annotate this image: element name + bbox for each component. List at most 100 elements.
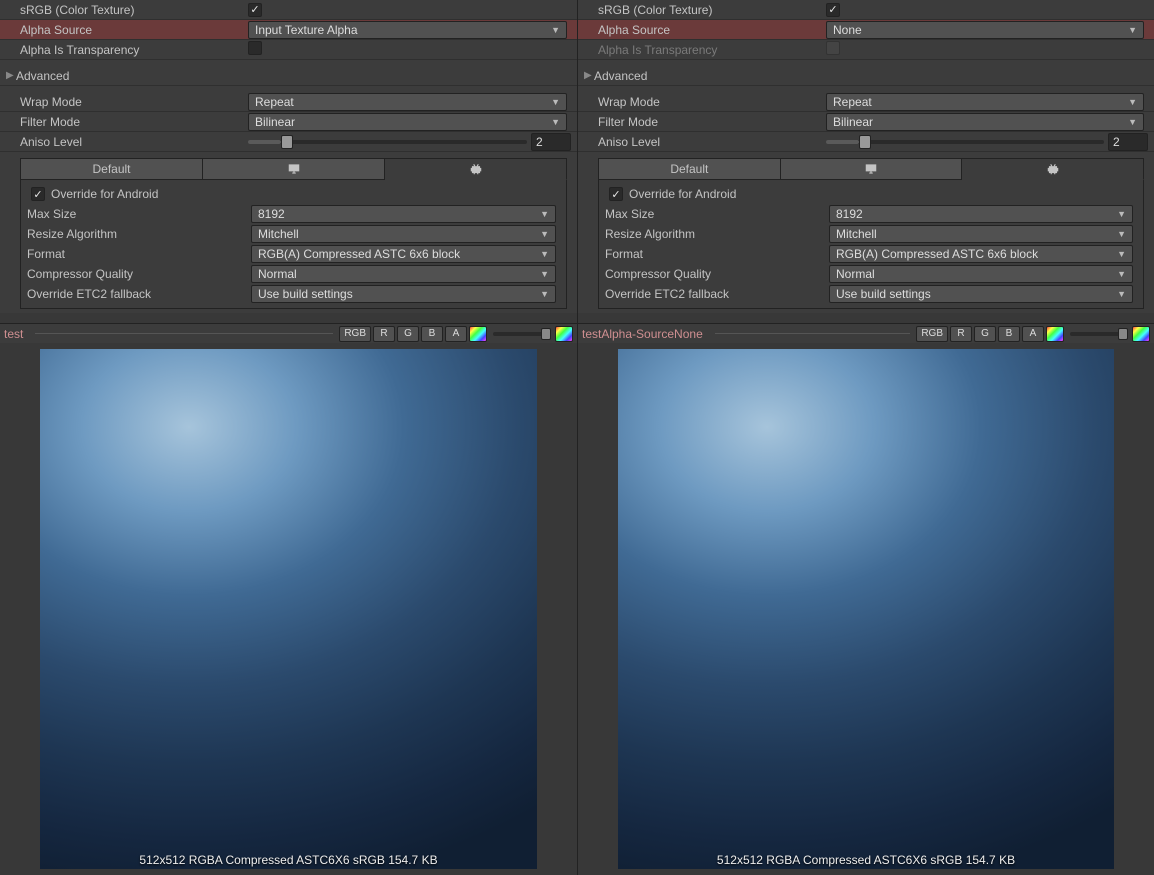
chevron-down-icon: ▼	[540, 249, 549, 259]
channel-r-button[interactable]: R	[950, 326, 972, 342]
comp-quality-dropdown[interactable]: Normal▼	[251, 265, 556, 283]
alpha-transparency-checkbox[interactable]	[248, 41, 262, 55]
chevron-down-icon: ▼	[551, 97, 560, 107]
override-label: Override for Android	[629, 187, 736, 201]
triangle-right-icon: ▶	[584, 70, 594, 81]
platform-tab-android[interactable]	[962, 158, 1144, 180]
override-row: Override for Android	[21, 184, 566, 204]
comp-quality-label: Compressor Quality	[605, 267, 829, 281]
channel-g-button[interactable]: G	[974, 326, 996, 342]
format-dropdown[interactable]: RGB(A) Compressed ASTC 6x6 block▼	[829, 245, 1133, 263]
channel-a-button[interactable]: A	[1022, 326, 1044, 342]
channel-b-button[interactable]: B	[998, 326, 1020, 342]
channel-r-button[interactable]: R	[373, 326, 395, 342]
filter-mode-dropdown[interactable]: Bilinear▼	[826, 113, 1144, 131]
chevron-down-icon: ▼	[1117, 209, 1126, 219]
wrap-mode-row: Wrap Mode Repeat ▼	[0, 92, 577, 112]
wrap-mode-dropdown[interactable]: Repeat ▼	[248, 93, 567, 111]
alpha-transparency-row: Alpha Is Transparency	[578, 40, 1154, 60]
comp-quality-label: Compressor Quality	[27, 267, 251, 281]
aniso-level-label: Aniso Level	[598, 135, 826, 149]
srgb-checkbox[interactable]	[826, 3, 840, 17]
wrap-mode-dropdown[interactable]: Repeat▼	[826, 93, 1144, 111]
color-space-icon[interactable]	[1046, 326, 1064, 342]
srgb-checkbox[interactable]	[248, 3, 262, 17]
alpha-source-row: Alpha Source Input Texture Alpha ▼	[0, 20, 577, 40]
alpha-source-dropdown[interactable]: Input Texture Alpha ▼	[248, 21, 567, 39]
advanced-foldout[interactable]: ▶ Advanced	[0, 66, 577, 86]
override-checkbox[interactable]	[31, 187, 45, 201]
wrap-mode-row: Wrap Mode Repeat▼	[578, 92, 1154, 112]
preview-caption: 512x512 RGBA Compressed ASTC6X6 sRGB 154…	[0, 853, 577, 867]
comp-quality-row: Compressor Quality Normal▼	[21, 264, 566, 284]
aniso-level-slider[interactable]	[826, 140, 1104, 144]
channel-a-button[interactable]: A	[445, 326, 467, 342]
swatch-icon[interactable]	[1132, 326, 1150, 342]
etc2-dropdown[interactable]: Use build settings▼	[251, 285, 556, 303]
aniso-level-slider[interactable]	[248, 140, 527, 144]
format-label: Format	[27, 247, 251, 261]
format-dropdown[interactable]: RGB(A) Compressed ASTC 6x6 block▼	[251, 245, 556, 263]
etc2-dropdown[interactable]: Use build settings▼	[829, 285, 1133, 303]
alpha-source-label: Alpha Source	[20, 23, 248, 37]
preview-toolbar: test RGB R G B A	[0, 323, 577, 343]
comp-quality-dropdown[interactable]: Normal▼	[829, 265, 1133, 283]
chevron-down-icon: ▼	[540, 229, 549, 239]
platform-tab-android[interactable]	[385, 158, 567, 180]
swatch-icon[interactable]	[555, 326, 573, 342]
aniso-level-input[interactable]: 2	[531, 133, 571, 151]
inspector-left: sRGB (Color Texture) Alpha Source Input …	[0, 0, 577, 875]
platform-tab-standalone[interactable]	[203, 158, 385, 180]
monitor-icon	[287, 162, 301, 176]
resize-alg-label: Resize Algorithm	[605, 227, 829, 241]
android-icon	[469, 162, 483, 176]
max-size-row: Max Size 8192▼	[21, 204, 566, 224]
texture-preview: 512x512 RGBA Compressed ASTC6X6 sRGB 154…	[578, 343, 1154, 875]
separator	[715, 333, 911, 334]
channel-b-button[interactable]: B	[421, 326, 443, 342]
channel-rgb-button[interactable]: RGB	[339, 326, 371, 342]
srgb-row: sRGB (Color Texture)	[578, 0, 1154, 20]
alpha-transparency-label: Alpha Is Transparency	[20, 43, 248, 57]
resize-alg-dropdown[interactable]: Mitchell▼	[251, 225, 556, 243]
platform-tab-standalone[interactable]	[781, 158, 963, 180]
channel-rgb-button[interactable]: RGB	[916, 326, 948, 342]
platform-tab-default[interactable]: Default	[598, 158, 781, 180]
mip-slider[interactable]	[1070, 332, 1126, 336]
filter-mode-row: Filter Mode Bilinear ▼	[0, 112, 577, 132]
alpha-transparency-checkbox	[826, 41, 840, 55]
format-row: Format RGB(A) Compressed ASTC 6x6 block▼	[599, 244, 1143, 264]
override-row: Override for Android	[599, 184, 1143, 204]
etc2-label: Override ETC2 fallback	[27, 287, 251, 301]
resize-alg-row: Resize Algorithm Mitchell▼	[599, 224, 1143, 244]
etc2-row: Override ETC2 fallback Use build setting…	[599, 284, 1143, 304]
preview-caption: 512x512 RGBA Compressed ASTC6X6 sRGB 154…	[578, 853, 1154, 867]
platform-tabs: Default Override for Android Max Size	[20, 158, 567, 309]
texture-image	[618, 349, 1114, 869]
filter-mode-dropdown[interactable]: Bilinear ▼	[248, 113, 567, 131]
max-size-dropdown[interactable]: 8192▼	[251, 205, 556, 223]
filter-mode-label: Filter Mode	[598, 115, 826, 129]
color-space-icon[interactable]	[469, 326, 487, 342]
triangle-right-icon: ▶	[6, 70, 16, 81]
resize-alg-label: Resize Algorithm	[27, 227, 251, 241]
chevron-down-icon: ▼	[551, 117, 560, 127]
mip-slider[interactable]	[493, 332, 549, 336]
max-size-dropdown[interactable]: 8192▼	[829, 205, 1133, 223]
alpha-transparency-label: Alpha Is Transparency	[598, 43, 826, 57]
advanced-foldout[interactable]: ▶ Advanced	[578, 66, 1154, 86]
chevron-down-icon: ▼	[540, 289, 549, 299]
override-label: Override for Android	[51, 187, 158, 201]
etc2-label: Override ETC2 fallback	[605, 287, 829, 301]
wrap-mode-label: Wrap Mode	[598, 95, 826, 109]
override-checkbox[interactable]	[609, 187, 623, 201]
aniso-level-input[interactable]: 2	[1108, 133, 1148, 151]
aniso-level-label: Aniso Level	[20, 135, 248, 149]
platform-tab-default[interactable]: Default	[20, 158, 203, 180]
resize-alg-dropdown[interactable]: Mitchell▼	[829, 225, 1133, 243]
max-size-label: Max Size	[605, 207, 829, 221]
channel-g-button[interactable]: G	[397, 326, 419, 342]
chevron-down-icon: ▼	[1128, 25, 1137, 35]
alpha-source-row: Alpha Source None ▼	[578, 20, 1154, 40]
alpha-source-dropdown[interactable]: None ▼	[826, 21, 1144, 39]
